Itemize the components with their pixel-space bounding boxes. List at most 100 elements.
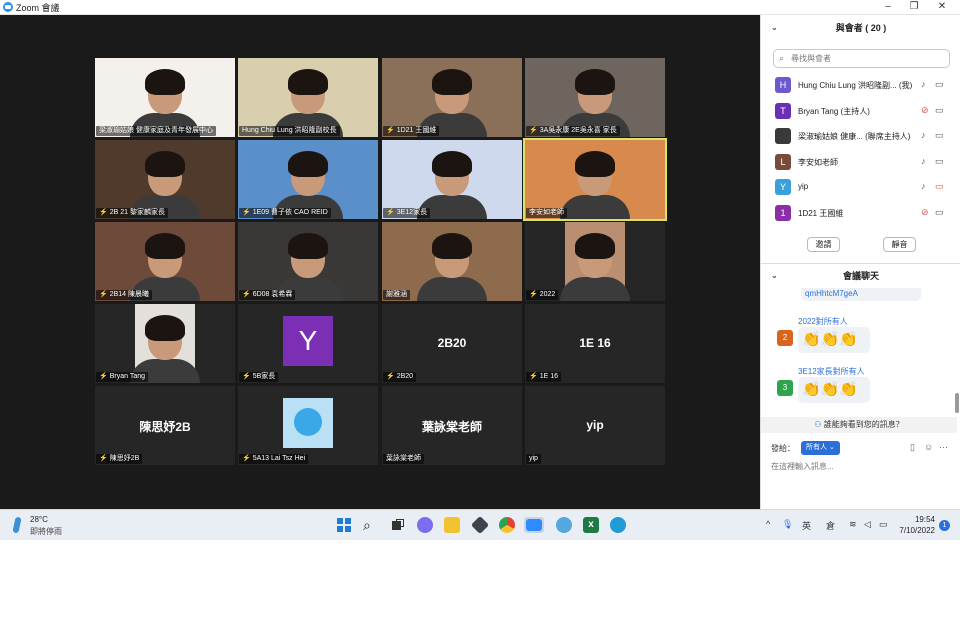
participant-row[interactable]: T Bryan Tang (主持人) ⊘ ▭ [761, 99, 957, 124]
file-explorer-icon[interactable] [444, 517, 460, 533]
video-tile[interactable]: yip yip [525, 386, 665, 465]
participant-name-tag: ⚡ 3E12家長 [383, 208, 431, 218]
send-to-dropdown[interactable]: 所有人 ⌄ [801, 441, 840, 455]
video-tile[interactable]: 葉詠棠老師 葉詠棠老師 [382, 386, 522, 465]
participant-row[interactable]: 梁淑瑜姑娘 健康... (聯席主持人) ♪ ▭ [761, 124, 957, 149]
participant-search[interactable]: ⌕ [773, 49, 950, 68]
app-cube-icon[interactable] [470, 515, 490, 535]
camera-off-icon[interactable]: ▭ [935, 181, 944, 192]
camera-icon[interactable]: ▭ [935, 156, 944, 167]
chrome-icon[interactable] [499, 517, 515, 533]
zoom-taskbar-icon[interactable] [524, 517, 544, 533]
start-icon[interactable] [336, 517, 352, 533]
collapse-chevron-icon[interactable]: ⌄ [771, 263, 778, 289]
microphone-icon[interactable]: 🎙 [782, 519, 793, 530]
battery-icon[interactable]: ▭ [879, 519, 888, 530]
participant-row[interactable]: L 李安如老師 ♪ ▭ [761, 150, 957, 175]
speaker-icon[interactable]: ◁ [864, 519, 871, 530]
video-tile[interactable]: 陳思妤2B ⚡ 陳思妤2B [95, 386, 235, 465]
chat-bubble: 👏👏👏 [798, 377, 870, 403]
participant-display-name: 陳思妤2B [139, 420, 191, 434]
previous-message-fragment: qmHhtcM7geA [801, 288, 921, 301]
video-tile[interactable]: ⚡ 2022 [525, 222, 665, 301]
video-tile[interactable]: 梁淑瑜姑娘 健康家庭及青年發展中心 [95, 58, 235, 137]
video-tile[interactable]: ⚡ 1D21 王國維 [382, 58, 522, 137]
chat-title: 會議聊天 [842, 271, 879, 281]
camera-icon[interactable]: ▭ [935, 79, 944, 90]
file-icon[interactable]: ▯ [910, 442, 915, 453]
people-icon: ⚇ [814, 420, 824, 429]
camera-icon[interactable]: ▭ [935, 130, 944, 141]
clock-date[interactable]: 7/10/2022 [895, 526, 935, 535]
sender-avatar: 2 [777, 330, 793, 346]
more-options-icon[interactable]: ⋯ [939, 442, 948, 453]
participant-avatar: Y [283, 316, 333, 366]
participant-avatar: H [775, 77, 791, 93]
edge-icon[interactable] [610, 517, 626, 533]
task-view-icon[interactable] [390, 517, 406, 533]
muted-mic-icon: ⚡ [242, 291, 251, 298]
muted-mic-icon: ⚡ [529, 291, 538, 298]
muted-mic-icon[interactable]: ⊘ [921, 207, 929, 218]
invite-button[interactable]: 邀請 [807, 237, 840, 252]
muted-mic-icon: ⚡ [529, 373, 538, 380]
weather-icon[interactable] [12, 516, 22, 534]
emoji-icon[interactable]: ☺ [924, 442, 933, 452]
video-tile[interactable]: ⚡ 2B14 陳晨曦 [95, 222, 235, 301]
excel-icon[interactable]: x [583, 517, 599, 533]
mic-icon[interactable]: ♪ [921, 181, 926, 191]
side-panel: ⌄ 與會者 ( 20 ) ⌕ H Hung Chiu Lung 洪昭隆副... … [760, 15, 960, 509]
chat-scrollbar[interactable] [955, 283, 959, 433]
ime-mode-indicator[interactable]: 倉 [826, 519, 835, 532]
profile-picture [283, 398, 333, 448]
minimize-button[interactable]: – [876, 0, 900, 14]
collapse-chevron-icon[interactable]: ⌄ [771, 15, 778, 41]
video-tile[interactable]: ⚡ 3A吳永康 2E吳永喜 家長 [525, 58, 665, 137]
close-button[interactable]: ✕ [930, 0, 954, 14]
camera-icon[interactable]: ▭ [935, 207, 944, 218]
video-tile[interactable]: 李安如老師 [523, 138, 667, 221]
person-hair [575, 69, 615, 95]
clock-time[interactable]: 19:54 [899, 515, 935, 524]
chat-sender: 3E12家長對所有人 [798, 367, 865, 376]
participant-name-tag: ⚡ 6D08 袁希霖 [239, 290, 296, 300]
input-method-indicator[interactable]: 英 [802, 519, 811, 532]
video-tile[interactable]: ⚡ 2B 21 黎家麟家長 [95, 140, 235, 219]
video-tile[interactable]: Hung Chiu Lung 洪昭隆副校長 [238, 58, 378, 137]
video-tile[interactable]: ⚡ 6D08 袁希霖 [238, 222, 378, 301]
mic-icon[interactable]: ♪ [921, 130, 926, 140]
video-tile[interactable]: 2B20 ⚡ 2B20 [382, 304, 522, 383]
who-can-see-link[interactable]: ⚇ 誰能夠看到您的訊息？ [761, 417, 957, 433]
mic-icon[interactable]: ♪ [921, 79, 926, 89]
maximize-button[interactable]: ❐ [902, 0, 926, 14]
mute-all-button[interactable]: 靜音 [883, 237, 916, 252]
video-tile[interactable]: 1E 16 ⚡ 1E 16 [525, 304, 665, 383]
muted-mic-icon: ⚡ [386, 373, 395, 380]
search-icon[interactable]: ⌕ [363, 517, 379, 533]
video-tile[interactable]: ⚡ 1E09 曹子依 CAO REID [238, 140, 378, 219]
wifi-icon[interactable]: ≋ [849, 519, 857, 530]
participant-avatar: T [775, 102, 791, 119]
mic-icon[interactable]: ♪ [921, 156, 926, 166]
video-tile[interactable]: 謝雅涵 [382, 222, 522, 301]
muted-mic-icon[interactable]: ⊘ [921, 105, 929, 116]
globe-app-icon[interactable] [556, 517, 572, 533]
participant-row[interactable]: Y yip ♪ ▭ [761, 175, 957, 200]
video-tile[interactable]: Y ⚡ 5B家長 [238, 304, 378, 383]
weather-description[interactable]: 即將停雨 [30, 526, 62, 537]
participant-name: Bryan Tang (主持人) [798, 106, 870, 116]
notification-badge[interactable]: 1 [939, 520, 950, 531]
chat-message-input[interactable] [771, 459, 951, 473]
video-tile[interactable]: ⚡ 5A13 Lai Tsz Hei [238, 386, 378, 465]
camera-icon[interactable]: ▭ [935, 105, 944, 116]
participant-search-input[interactable] [791, 52, 941, 65]
participant-row[interactable]: H Hung Chiu Lung 洪昭隆副... (我) ♪ ▭ [761, 73, 957, 98]
show-hidden-icons-icon[interactable]: ^ [766, 519, 770, 529]
participant-display-name: 2B20 [437, 336, 467, 350]
video-tile[interactable]: ⚡ Bryan Tang [95, 304, 235, 383]
video-tile[interactable]: ⚡ 3E12家長 [382, 140, 522, 219]
weather-temperature[interactable]: 28°C [30, 515, 48, 524]
person-hair [145, 315, 185, 341]
teams-chat-icon[interactable] [417, 517, 433, 533]
participant-row[interactable]: 1 1D21 王國維 ⊘ ▭ [761, 201, 957, 226]
